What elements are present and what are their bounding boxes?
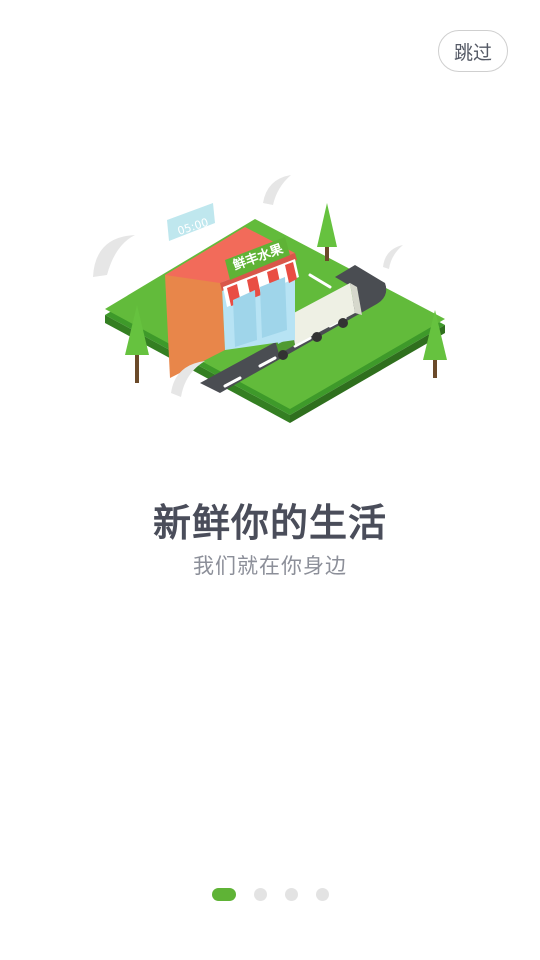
page-dot-3[interactable] xyxy=(284,888,298,901)
page-indicator xyxy=(0,888,540,901)
page-dot-2[interactable] xyxy=(253,888,267,901)
page-dot-4[interactable] xyxy=(315,888,329,901)
page-title: 新鲜你的生活 xyxy=(152,501,387,545)
skip-button[interactable]: 跳过 xyxy=(438,30,508,72)
page-dot-1[interactable] xyxy=(211,888,236,901)
page-subtitle: 我们就在你身边 xyxy=(193,554,347,578)
storefront-illustration: 鲜丰水果 05:00 xyxy=(93,175,447,423)
